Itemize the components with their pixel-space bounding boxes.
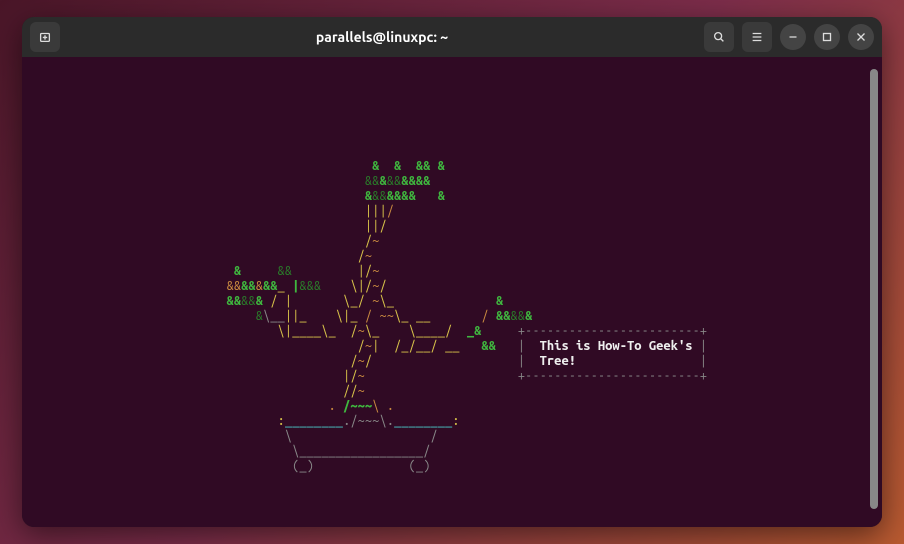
titlebar-right [704,22,874,52]
maximize-button[interactable] [814,24,840,50]
scrollbar[interactable] [870,69,878,509]
menu-button[interactable] [742,22,772,52]
minimize-button[interactable] [780,24,806,50]
close-button[interactable] [848,24,874,50]
window-title: parallels@linuxpc: ~ [68,29,696,45]
titlebar: parallels@linuxpc: ~ [22,17,882,57]
titlebar-left [30,22,60,52]
new-tab-button[interactable] [30,22,60,52]
terminal-body[interactable]: & & && & &&&&&&&&& &&&&&&& & |||/ [22,57,882,527]
terminal-window: parallels@linuxpc: ~ [22,17,882,527]
search-button[interactable] [704,22,734,52]
bonsai-ascii-art: & & && & &&&&&&&&& &&&&&&& & |||/ [30,69,874,474]
